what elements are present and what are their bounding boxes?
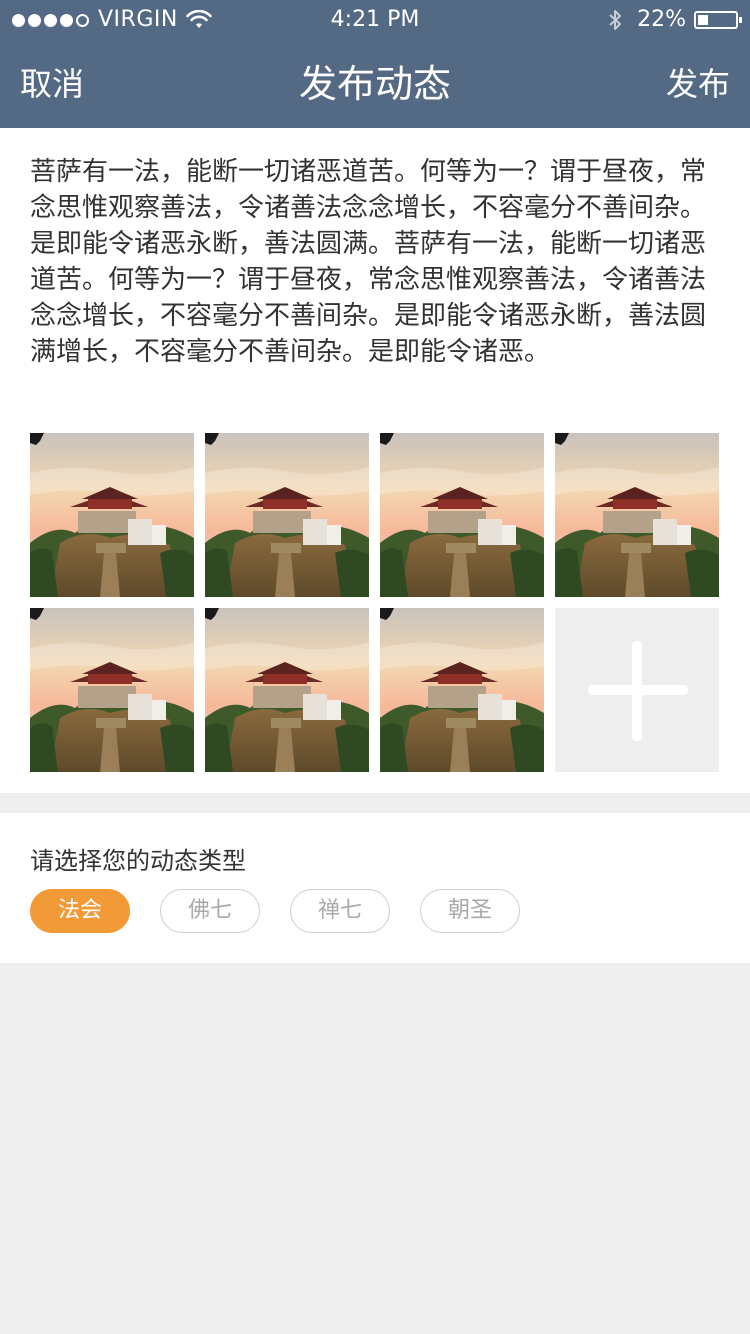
page-title: 发布动态 xyxy=(298,62,451,106)
status-bar: VIRGIN 4:21 PM 22% xyxy=(0,0,750,40)
add-photo-button[interactable] xyxy=(555,608,719,772)
photo-thumbnail[interactable] xyxy=(380,433,544,597)
type-chip-chaosheng[interactable]: 朝圣 xyxy=(420,889,520,933)
photo-thumbnail[interactable] xyxy=(380,608,544,772)
battery-cap xyxy=(739,17,742,23)
battery-percent: 22% xyxy=(637,7,686,32)
nav-bar: 取消 发布动态 发布 xyxy=(0,40,750,128)
photo-thumbnail[interactable] xyxy=(555,433,719,597)
photo-thumbnail[interactable] xyxy=(30,608,194,772)
post-text-input[interactable]: 菩萨有一法，能断一切诸恶道苦。何等为一？谓于昼夜，常念思惟观察善法，令诸善法念念… xyxy=(30,154,720,370)
photo-thumbnail[interactable] xyxy=(30,433,194,597)
battery-level xyxy=(698,15,708,25)
plus-icon-vertical xyxy=(632,641,642,741)
post-editor: 菩萨有一法，能断一切诸恶道苦。何等为一？谓于昼夜，常念思惟观察善法，令诸善法念念… xyxy=(0,128,750,793)
post-type-section: 请选择您的动态类型 法会 佛七 禅七 朝圣 xyxy=(0,813,750,963)
publish-button[interactable]: 发布 xyxy=(666,40,730,128)
status-right: 22% xyxy=(607,0,742,40)
photo-thumbnail[interactable] xyxy=(205,608,369,772)
type-chip-chanqi[interactable]: 禅七 xyxy=(290,889,390,933)
type-chip-fahui[interactable]: 法会 xyxy=(30,889,130,933)
type-chip-foqi[interactable]: 佛七 xyxy=(160,889,260,933)
top-header: VIRGIN 4:21 PM 22% 取消 发布动态 发布 xyxy=(0,0,750,128)
photo-thumbnail[interactable] xyxy=(205,433,369,597)
battery-icon xyxy=(694,11,742,29)
post-type-label: 请选择您的动态类型 xyxy=(30,847,246,875)
bluetooth-icon xyxy=(609,10,622,30)
